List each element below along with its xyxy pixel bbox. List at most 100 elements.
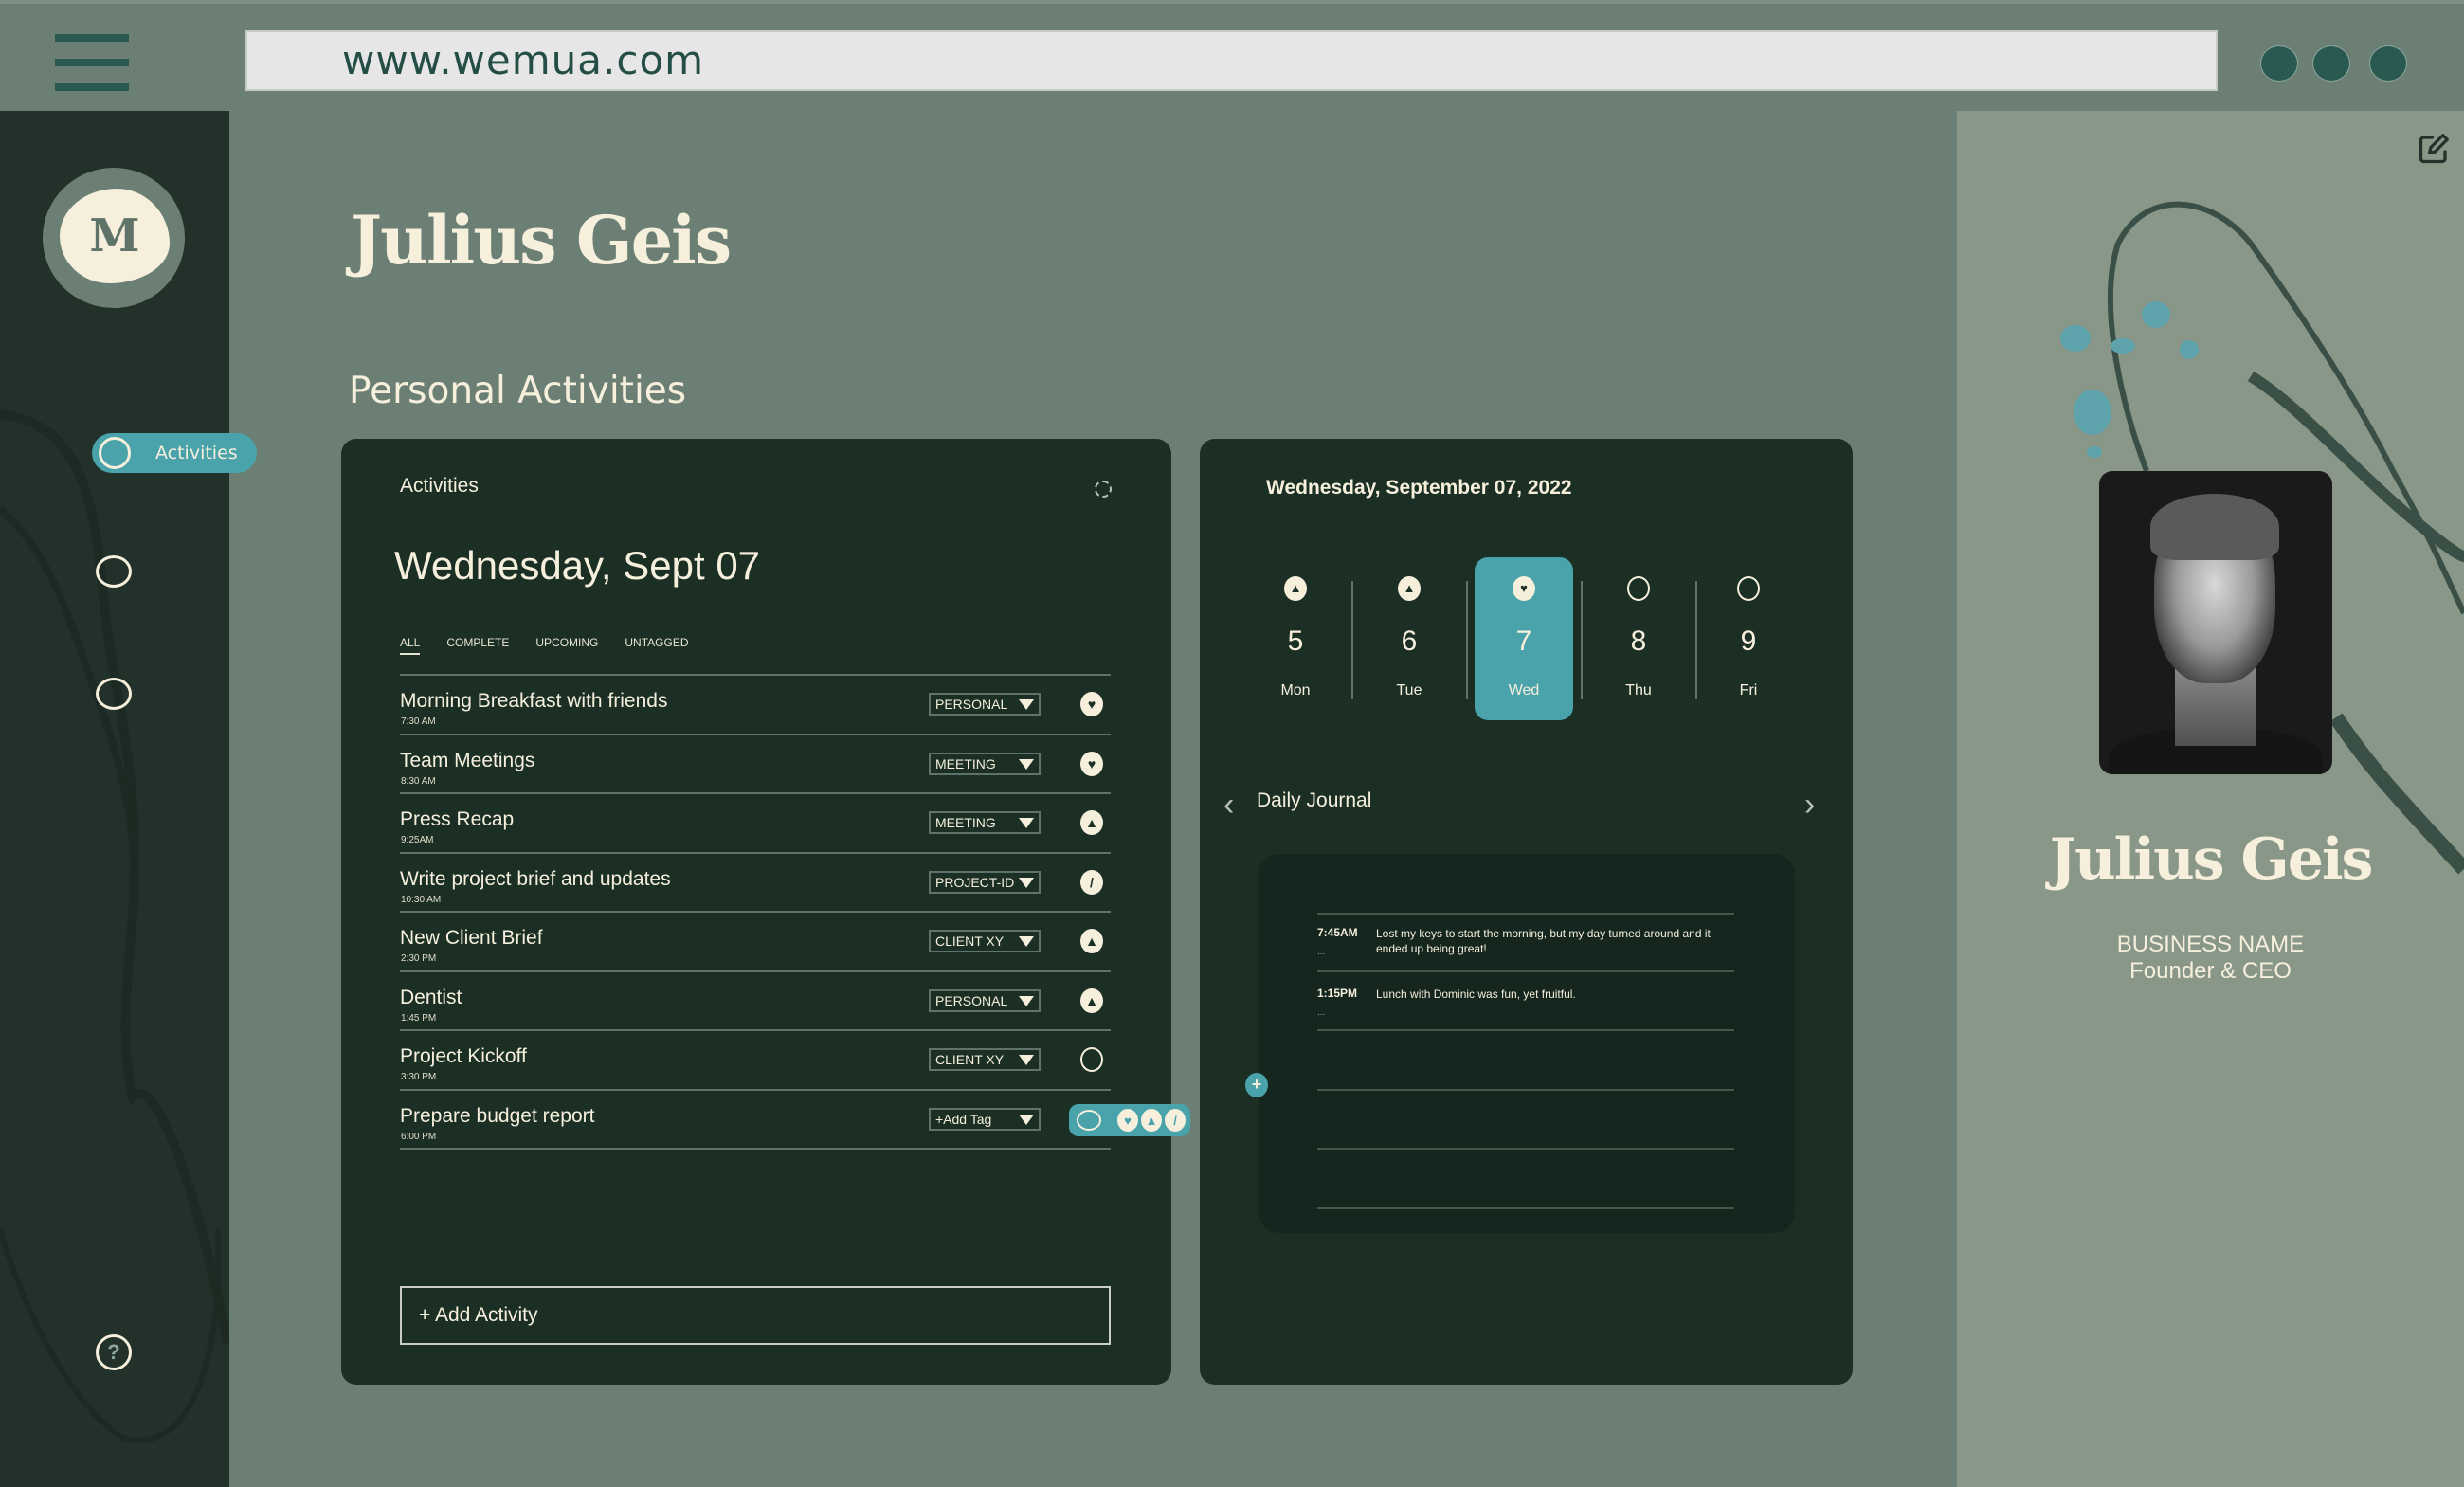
day-name: Fri [1739, 682, 1758, 698]
activities-card: Activities Wednesday, Sept 07 ALL COMPLE… [341, 439, 1171, 1385]
journal-box[interactable]: 7:45AM Lost my keys to start the morning… [1259, 854, 1795, 1233]
caret-down-icon [1019, 758, 1034, 770]
url-bar[interactable]: www.wemua.com [245, 30, 2218, 91]
divider [1466, 581, 1468, 699]
tag-dropdown[interactable]: MEETING [929, 811, 1041, 834]
chevron-left-icon[interactable]: ‹ [1223, 787, 1234, 824]
heart-icon[interactable]: ♥ [1117, 1109, 1138, 1132]
activity-time: 10:30 AM [401, 894, 442, 905]
filter-tab-all[interactable]: ALL [400, 636, 421, 655]
profile-panel: Julius Geis BUSINESS NAME Founder & CEO [1957, 111, 2464, 1487]
flame-icon: ▲ [1284, 576, 1307, 601]
caret-down-icon [1019, 877, 1034, 888]
day-number: 9 [1740, 626, 1757, 657]
slash-icon[interactable]: / [1080, 869, 1103, 895]
activity-row[interactable]: Write project brief and updates 10:30 AM… [400, 854, 1111, 913]
profile-role: Founder & CEO [2129, 958, 2292, 984]
filter-tab-complete[interactable]: COMPLETE [446, 636, 509, 655]
filter-tab-untagged[interactable]: UNTAGGED [625, 636, 688, 655]
activity-row[interactable]: Prepare budget report 6:00 PM +Add Tag [400, 1091, 1111, 1150]
sidebar-item-2[interactable] [96, 555, 132, 591]
chevron-right-icon[interactable]: › [1804, 787, 1815, 824]
edit-icon[interactable] [2417, 132, 2451, 166]
activity-row[interactable]: Dentist 1:45 PM PERSONAL ▲ [400, 972, 1111, 1031]
heart-icon: ♥ [1513, 576, 1535, 601]
window-button-1[interactable] [2260, 45, 2298, 82]
journal-line [1317, 1207, 1734, 1209]
tag-dropdown[interactable]: PERSONAL [929, 693, 1041, 716]
activity-time: 9:25AM [401, 835, 434, 845]
tag-label: PROJECT-ID [935, 874, 1015, 890]
help-icon[interactable]: ? [96, 1334, 132, 1370]
tag-dropdown[interactable]: MEETING [929, 752, 1041, 775]
sidebar-item-activities[interactable]: Activities [92, 433, 257, 473]
empty-status-icon [1627, 576, 1650, 601]
window-button-2[interactable] [2312, 45, 2350, 82]
empty-status-icon[interactable] [1080, 1047, 1103, 1072]
caret-down-icon [1019, 1114, 1034, 1125]
journal-entry-more[interactable]: ... [1317, 947, 1325, 957]
tag-dropdown[interactable]: CLIENT XY [929, 1048, 1041, 1071]
activity-row[interactable]: New Client Brief 2:30 PM CLIENT XY ▲ [400, 913, 1111, 972]
flame-icon[interactable]: ▲ [1080, 988, 1103, 1013]
activity-row[interactable]: Press Recap 9:25AM MEETING ▲ [400, 794, 1111, 854]
window-button-3[interactable] [2369, 45, 2407, 82]
heart-icon[interactable]: ♥ [1080, 692, 1103, 716]
tag-label: MEETING [935, 755, 996, 771]
flame-icon[interactable]: ▲ [1080, 810, 1103, 835]
activity-time: 7:30 AM [401, 716, 436, 727]
journal-entry-time: 1:15PM [1317, 987, 1358, 1000]
browser-toolbar: www.wemua.com [0, 0, 2464, 111]
day-name: Tue [1396, 682, 1422, 698]
heart-icon[interactable]: ♥ [1080, 751, 1103, 776]
activities-card-title: Activities [400, 475, 479, 497]
activity-row[interactable]: Morning Breakfast with friends 7:30 AM P… [400, 676, 1111, 735]
tag-dropdown[interactable]: CLIENT XY [929, 930, 1041, 952]
activity-time: 2:30 PM [401, 953, 437, 964]
caret-down-icon [1019, 699, 1034, 710]
divider [1581, 581, 1583, 699]
flame-icon[interactable]: ▲ [1080, 929, 1103, 953]
journal-title: Daily Journal [1257, 789, 1372, 811]
logo[interactable]: M [43, 168, 185, 308]
day-mon[interactable]: ▲ 5 Mon [1246, 557, 1345, 720]
activity-title: Project Kickoff [400, 1045, 527, 1067]
caret-down-icon [1019, 818, 1034, 828]
ring-icon [96, 678, 132, 710]
day-fri[interactable]: 9 Fri [1699, 557, 1798, 720]
empty-status-icon[interactable] [1077, 1110, 1101, 1131]
day-name: Wed [1508, 682, 1540, 698]
caret-down-icon [1019, 995, 1034, 1006]
filter-tab-upcoming[interactable]: UPCOMING [535, 636, 598, 655]
sidebar-item-3[interactable] [96, 678, 132, 714]
activity-row[interactable]: Project Kickoff 3:30 PM CLIENT XY [400, 1031, 1111, 1091]
slash-icon[interactable]: / [1165, 1109, 1186, 1132]
activity-title: New Client Brief [400, 927, 543, 949]
day-wed-selected[interactable]: ♥ 7 Wed [1475, 557, 1573, 720]
day-thu[interactable]: 8 Thu [1589, 557, 1688, 720]
ring-icon [99, 437, 131, 469]
add-activity-button[interactable]: + Add Activity [400, 1286, 1111, 1345]
logo-letter: M [60, 189, 170, 283]
add-tag-dropdown[interactable]: +Add Tag [929, 1107, 1041, 1131]
divider [1351, 581, 1353, 699]
calendar-card: Wednesday, September 07, 2022 ‹ ▲ 5 Mon … [1200, 439, 1853, 1385]
sidebar-item-label: Activities [155, 443, 238, 463]
profile-decoration [2060, 201, 2464, 875]
refresh-icon[interactable] [1095, 481, 1112, 498]
activity-time: 6:00 PM [401, 1131, 437, 1142]
profile-business: BUSINESS NAME Founder & CEO [1957, 932, 2464, 985]
activities-date-heading: Wednesday, Sept 07 [394, 543, 761, 588]
hamburger-icon[interactable] [55, 30, 133, 93]
tag-dropdown[interactable]: PROJECT-ID [929, 870, 1041, 894]
journal-entry-more[interactable]: ... [1317, 1007, 1325, 1018]
add-journal-entry-button[interactable]: + [1245, 1073, 1268, 1097]
journal-line [1317, 970, 1734, 972]
day-number: 7 [1515, 626, 1532, 657]
day-tue[interactable]: ▲ 6 Tue [1360, 557, 1458, 720]
activity-title: Press Recap [400, 808, 515, 830]
ring-icon [96, 555, 132, 588]
activity-row[interactable]: Team Meetings 8:30 AM MEETING ♥ [400, 735, 1111, 794]
flame-icon[interactable]: ▲ [1141, 1109, 1162, 1132]
tag-dropdown[interactable]: PERSONAL [929, 988, 1041, 1012]
